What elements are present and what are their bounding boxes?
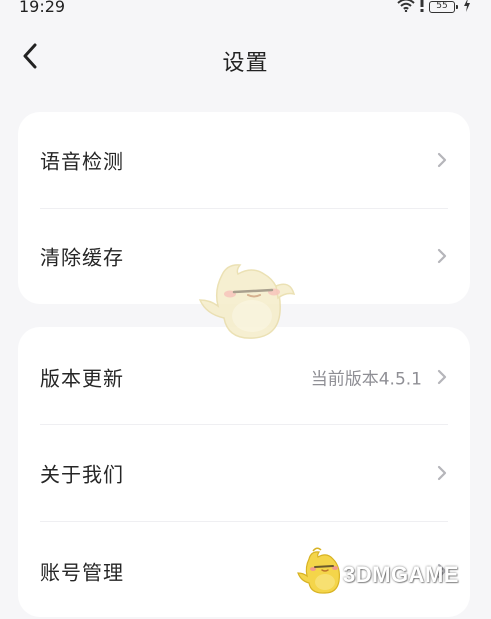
wifi-icon <box>397 0 415 16</box>
settings-group-1: 语音检测 清除缓存 <box>18 112 470 304</box>
voice-detection-row[interactable]: 语音检测 <box>40 112 448 208</box>
header: 设置 <box>0 32 491 88</box>
chevron-right-icon <box>436 248 448 264</box>
version-update-row[interactable]: 版本更新 当前版本4.5.1 <box>40 329 448 425</box>
charging-icon <box>463 0 471 16</box>
about-us-label: 关于我们 <box>40 462 124 487</box>
current-version-value: 当前版本4.5.1 <box>310 369 422 390</box>
account-management-label: 账号管理 <box>40 560 124 585</box>
page-title: 设置 <box>222 51 269 76</box>
chevron-right-icon <box>436 152 448 168</box>
battery-icon: 55 <box>429 0 458 13</box>
status-time: 19:29 <box>19 0 66 16</box>
alert-icon <box>419 0 425 16</box>
account-management-row[interactable]: 账号管理 <box>40 523 448 619</box>
about-us-row[interactable]: 关于我们 <box>40 425 448 521</box>
voice-detection-label: 语音检测 <box>40 149 124 174</box>
settings-group-2: 版本更新 当前版本4.5.1 关于我们 账号管理 <box>18 327 470 617</box>
clear-cache-row[interactable]: 清除缓存 <box>40 208 448 304</box>
chevron-right-icon <box>436 563 448 579</box>
version-update-label: 版本更新 <box>40 366 124 391</box>
clear-cache-label: 清除缓存 <box>40 245 124 270</box>
chevron-right-icon <box>436 369 448 385</box>
chevron-right-icon <box>436 465 448 481</box>
status-bar: 19:29 55 <box>0 0 491 16</box>
status-icons: 55 <box>397 0 471 16</box>
divider <box>40 521 448 522</box>
